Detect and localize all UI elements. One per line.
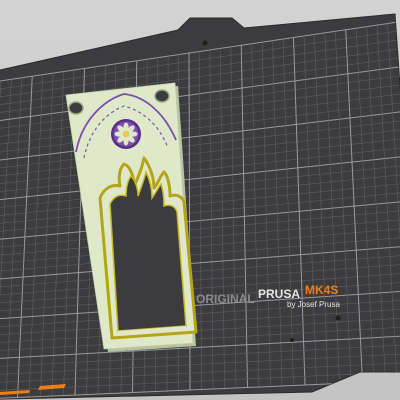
brand-prefix: ORIGINAL bbox=[196, 292, 255, 306]
3d-viewport[interactable]: ORIGINAL PRUSA MK4S by Josef Prusa bbox=[0, 0, 400, 400]
model-hole-icon bbox=[68, 101, 84, 115]
model-hole-icon bbox=[154, 89, 170, 103]
rosette-window-icon bbox=[111, 119, 141, 149]
brand-model: MK4S bbox=[305, 283, 338, 297]
bed-mount-hole-icon bbox=[202, 40, 208, 46]
scene-canvas: ORIGINAL PRUSA MK4S by Josef Prusa bbox=[0, 13, 400, 400]
bed-mount-hole-icon bbox=[335, 315, 341, 321]
brand-name: PRUSA bbox=[258, 287, 300, 301]
brand-byline: by Josef Prusa bbox=[287, 300, 340, 309]
bed-mount-hole-icon bbox=[290, 338, 294, 342]
